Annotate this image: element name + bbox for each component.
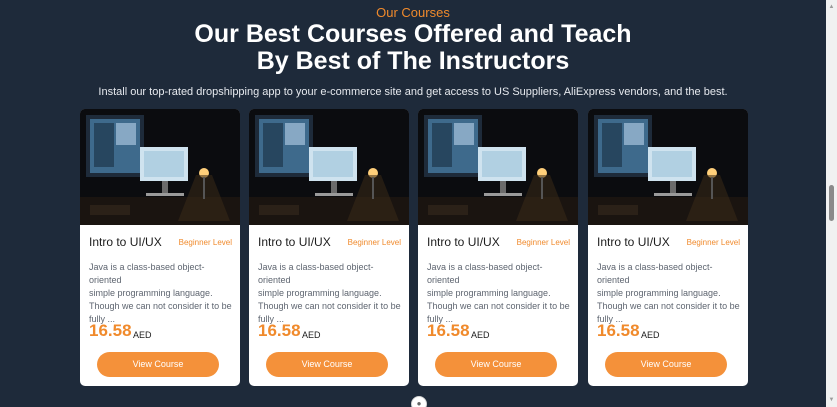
course-title[interactable]: Intro to UI/UX <box>427 235 500 249</box>
course-price: 16.58 <box>258 321 301 340</box>
course-price: 16.58 <box>89 321 132 340</box>
course-currency: AED <box>302 330 321 340</box>
course-title[interactable]: Intro to UI/UX <box>89 235 162 249</box>
scroll-down-arrow-icon[interactable]: ▼ <box>826 395 837 405</box>
course-description-line: Though we can not consider it to be <box>258 301 401 311</box>
course-title[interactable]: Intro to UI/UX <box>258 235 331 249</box>
course-level-badge: Beginner Level <box>347 238 401 247</box>
course-description-line: simple programming language. <box>597 288 721 298</box>
course-level-badge: Beginner Level <box>686 238 740 247</box>
course-image <box>418 109 578 225</box>
vertical-scrollbar[interactable]: ▲ ▼ <box>826 0 837 407</box>
course-description-line: Java is a class-based object-oriented <box>89 262 205 285</box>
course-description-line: simple programming language. <box>89 288 213 298</box>
view-course-button[interactable]: View Course <box>97 352 219 377</box>
course-description: Java is a class-based object-oriented si… <box>427 261 573 326</box>
section-subtext: Install our top-rated dropshipping app t… <box>98 86 728 98</box>
course-description: Java is a class-based object-oriented si… <box>597 261 743 326</box>
view-course-button[interactable]: View Course <box>435 352 557 377</box>
desk-computer-photo <box>418 109 578 225</box>
course-price: 16.58 <box>597 321 640 340</box>
course-description-line: Though we can not consider it to be <box>427 301 570 311</box>
desk-computer-photo <box>588 109 748 225</box>
course-description-line: simple programming language. <box>427 288 551 298</box>
scrollbar-thumb[interactable] <box>829 185 834 221</box>
course-description-line: Java is a class-based object-oriented <box>597 262 713 285</box>
course-description: Java is a class-based object-oriented si… <box>89 261 235 326</box>
course-card[interactable]: Intro to UI/UX Beginner Level Java is a … <box>588 109 748 386</box>
view-course-button[interactable]: View Course <box>605 352 727 377</box>
course-card[interactable]: Intro to UI/UX Beginner Level Java is a … <box>418 109 578 386</box>
course-image <box>80 109 240 225</box>
course-description-line: simple programming language. <box>258 288 382 298</box>
course-level-badge: Beginner Level <box>178 238 232 247</box>
desk-computer-photo <box>80 109 240 225</box>
view-course-button[interactable]: View Course <box>266 352 388 377</box>
course-title[interactable]: Intro to UI/UX <box>597 235 670 249</box>
course-description: Java is a class-based object-oriented si… <box>258 261 404 326</box>
course-description-line: Though we can not consider it to be <box>89 301 232 311</box>
course-card[interactable]: Intro to UI/UX Beginner Level Java is a … <box>249 109 409 386</box>
headline-line-1: Our Best Courses Offered and Teach <box>194 20 632 48</box>
desk-computer-photo <box>249 109 409 225</box>
headline-line-2: By Best of The Instructors <box>256 47 570 75</box>
course-currency: AED <box>471 330 490 340</box>
course-currency: AED <box>641 330 660 340</box>
chat-widget-icon[interactable]: ● <box>411 396 427 407</box>
course-image <box>588 109 748 225</box>
course-description-line: Though we can not consider it to be <box>597 301 740 311</box>
scroll-up-arrow-icon[interactable]: ▲ <box>826 2 837 12</box>
course-price: 16.58 <box>427 321 470 340</box>
course-card[interactable]: Intro to UI/UX Beginner Level Java is a … <box>80 109 240 386</box>
course-description-line: Java is a class-based object-oriented <box>258 262 374 285</box>
course-description-line: Java is a class-based object-oriented <box>427 262 543 285</box>
course-image <box>249 109 409 225</box>
course-currency: AED <box>133 330 152 340</box>
courses-section: Our Courses Our Best Courses Offered and… <box>0 0 826 407</box>
section-eyebrow: Our Courses <box>376 5 450 20</box>
section-headline: Our Best Courses Offered and Teach By Be… <box>0 21 826 75</box>
course-level-badge: Beginner Level <box>516 238 570 247</box>
